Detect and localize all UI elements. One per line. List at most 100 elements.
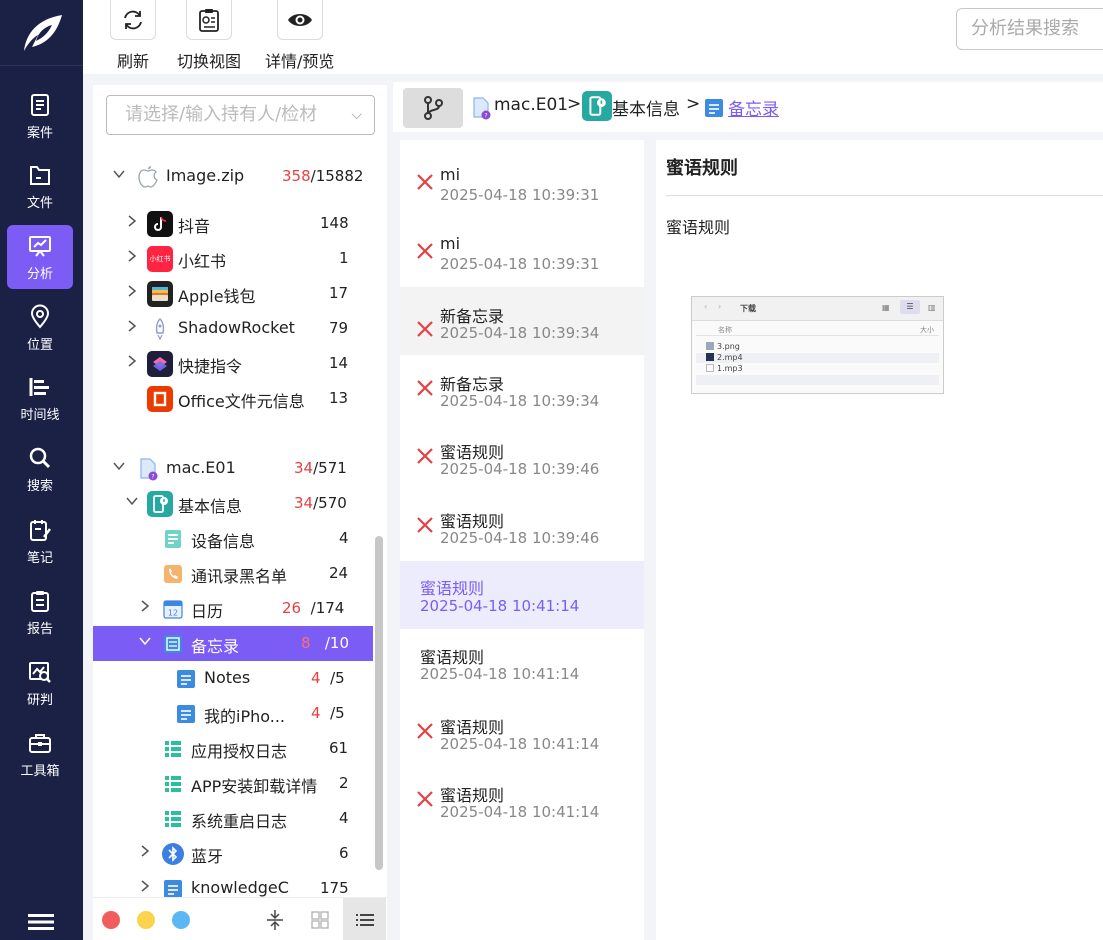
list-icon	[160, 806, 186, 832]
tree-item-memo[interactable]: 备忘录 8 /10	[93, 626, 373, 661]
list-item[interactable]: 新备忘录 2025-04-18 10:39:34	[400, 287, 644, 355]
chevron-down-icon	[126, 497, 138, 506]
evidence-file-icon: ?	[135, 456, 161, 482]
nav-item-analysis[interactable]: 分析	[7, 225, 73, 289]
tree-item-basic-info[interactable]: 基本信息 34/570	[93, 486, 373, 521]
breadcrumb-sep: >	[567, 94, 582, 114]
wallet-icon	[147, 281, 173, 307]
nav-item-report[interactable]: 报告	[7, 580, 73, 644]
attachment-thumbnail[interactable]: ‹ › 下载 ▦ ☰ ▥ 名称 大小 3.png 2.mp4 1.mp3	[691, 296, 944, 394]
toolbox-icon	[29, 733, 51, 753]
chevron-right-icon	[128, 320, 137, 332]
breadcrumb-item-memo[interactable]: 备忘录	[728, 95, 779, 120]
basic-info-icon	[582, 91, 612, 121]
nav-item-timeline[interactable]: 时间线	[7, 366, 73, 430]
list-item[interactable]: 蜜语规则 2025-04-18 10:41:14	[400, 629, 644, 697]
list-item-selected[interactable]: 蜜语规则 2025-04-18 10:41:14	[400, 561, 644, 629]
column-view-icon: ▥	[928, 303, 936, 312]
divider	[666, 195, 1103, 196]
thumb-file-row: 2.mp4	[706, 353, 743, 362]
tree-item-office-meta[interactable]: Office文件元信息 13	[93, 381, 373, 416]
menu-icon[interactable]	[28, 912, 54, 932]
list-view-icon	[355, 913, 374, 926]
nav-item-location[interactable]: 位置	[7, 296, 73, 360]
blue-tag-dot[interactable]	[172, 911, 190, 929]
deleted-icon	[417, 321, 433, 337]
memo-icon	[160, 631, 186, 657]
list-item[interactable]: 蜜语规则 2025-04-18 10:39:46	[400, 483, 644, 551]
yellow-tag-dot[interactable]	[137, 911, 155, 929]
basic-info-icon	[147, 491, 173, 517]
tree-item-system-restart-log[interactable]: 系统重启日志 4	[93, 801, 373, 836]
breadcrumb-item-mac-e01[interactable]: mac.E01	[494, 95, 568, 115]
deleted-icon	[417, 243, 433, 259]
branch-button[interactable]	[403, 88, 463, 128]
tree-item-douyin[interactable]: 抖音 148	[93, 206, 373, 241]
tree-item-my-iphone[interactable]: 我的iPho... 4 /5	[93, 696, 373, 731]
switch-view-button[interactable]: 切换视图	[177, 0, 241, 72]
nav-item-search[interactable]: 搜索	[7, 437, 73, 501]
phone-book-icon	[160, 561, 186, 587]
report-icon	[31, 590, 49, 612]
left-nav: 案件 文件 分析 位置 时间线 搜索 笔记 报告 研判 工具箱	[0, 0, 83, 940]
judge-icon	[29, 661, 51, 683]
tree-item-notes[interactable]: Notes 4 /5	[93, 661, 373, 696]
tree-scrollbar[interactable]	[375, 536, 383, 870]
list-icon	[160, 736, 186, 762]
list-item[interactable]: mi 2025-04-18 10:39:31	[400, 209, 644, 277]
analysis-icon	[29, 235, 51, 257]
tree-item-device-info[interactable]: 设备信息 4	[93, 521, 373, 556]
memo-icon	[173, 701, 199, 727]
red-tag-dot[interactable]	[102, 911, 120, 929]
grid-view-button[interactable]	[298, 898, 341, 940]
tree-item-xiaohongshu[interactable]: 小红书 小红书 1	[93, 241, 373, 276]
grid-icon	[310, 910, 329, 929]
holder-select[interactable]: 请选择/输入持有人/检材 ⌵	[106, 95, 375, 135]
logo-icon	[23, 14, 62, 51]
nav-label: 笔记	[26, 550, 53, 566]
nav-label: 文件	[26, 195, 53, 211]
case-icon	[31, 93, 49, 116]
tree-item-apple-wallet[interactable]: Apple钱包 17	[93, 276, 373, 311]
analysis-search-input[interactable]: 分析结果搜索	[956, 8, 1103, 50]
memo-icon	[173, 666, 199, 692]
rocket-icon	[147, 316, 173, 342]
nav-item-judge[interactable]: 研判	[7, 651, 73, 715]
chevron-down-icon	[113, 462, 125, 471]
tree-item-app-auth-log[interactable]: 应用授权日志 61	[93, 731, 373, 766]
device-info-icon	[160, 526, 186, 552]
list-item[interactable]: 蜜语规则 2025-04-18 10:41:14	[400, 689, 644, 757]
breadcrumb-item-basic-info[interactable]: 基本信息	[612, 95, 680, 120]
tree-item-bluetooth[interactable]: 蓝牙 6	[93, 836, 373, 871]
tree-item-image-zip[interactable]: Image.zip 358/15882	[93, 159, 373, 194]
tree-item-app-install-detail[interactable]: APP安装卸载详情 2	[93, 766, 373, 801]
list-item[interactable]: 新备忘录 2025-04-18 10:39:34	[400, 346, 644, 414]
dashboard-icon	[199, 8, 219, 32]
tree-item-contact-blacklist[interactable]: 通讯录黑名单 24	[93, 556, 373, 591]
list-view-button[interactable]	[343, 898, 386, 940]
nav-label: 研判	[26, 692, 53, 708]
refresh-icon	[124, 10, 142, 29]
refresh-button[interactable]: 刷新	[110, 0, 156, 72]
file-icon	[30, 165, 50, 185]
tree-item-shadowrocket[interactable]: ShadowRocket 79	[93, 311, 373, 346]
tree-panel-footer	[93, 897, 387, 940]
detail-preview-button[interactable]: 详情/预览	[265, 0, 334, 72]
list-item[interactable]: mi 2025-04-18 10:39:31	[400, 140, 644, 208]
list-item[interactable]: 蜜语规则 2025-04-18 10:41:14	[400, 757, 644, 825]
office-icon	[147, 386, 173, 412]
tree-item-shortcuts[interactable]: 快捷指令 14	[93, 346, 373, 381]
nav-item-toolbox[interactable]: 工具箱	[7, 722, 73, 786]
memo-list: mi 2025-04-18 10:39:31 mi 2025-04-18 10:…	[400, 140, 644, 940]
collapse-all-button[interactable]	[253, 898, 296, 940]
shortcuts-icon	[147, 351, 173, 377]
list-item[interactable]: 蜜语规则 2025-04-18 10:39:46	[400, 414, 644, 482]
forward-icon: ›	[718, 302, 722, 311]
nav-item-file[interactable]: 文件	[7, 154, 73, 218]
timeline-icon	[29, 377, 49, 396]
nav-item-note[interactable]: 笔记	[7, 509, 73, 573]
tree-panel: 请选择/输入持有人/检材 ⌵ Image.zip 358/15882 抖音 14…	[93, 85, 387, 940]
nav-item-case[interactable]: 案件	[7, 84, 73, 148]
tree-item-calendar[interactable]: 12 日历 26 /174	[93, 591, 373, 626]
tree-item-mac-e01[interactable]: ? mac.E01 34/571	[93, 451, 373, 486]
